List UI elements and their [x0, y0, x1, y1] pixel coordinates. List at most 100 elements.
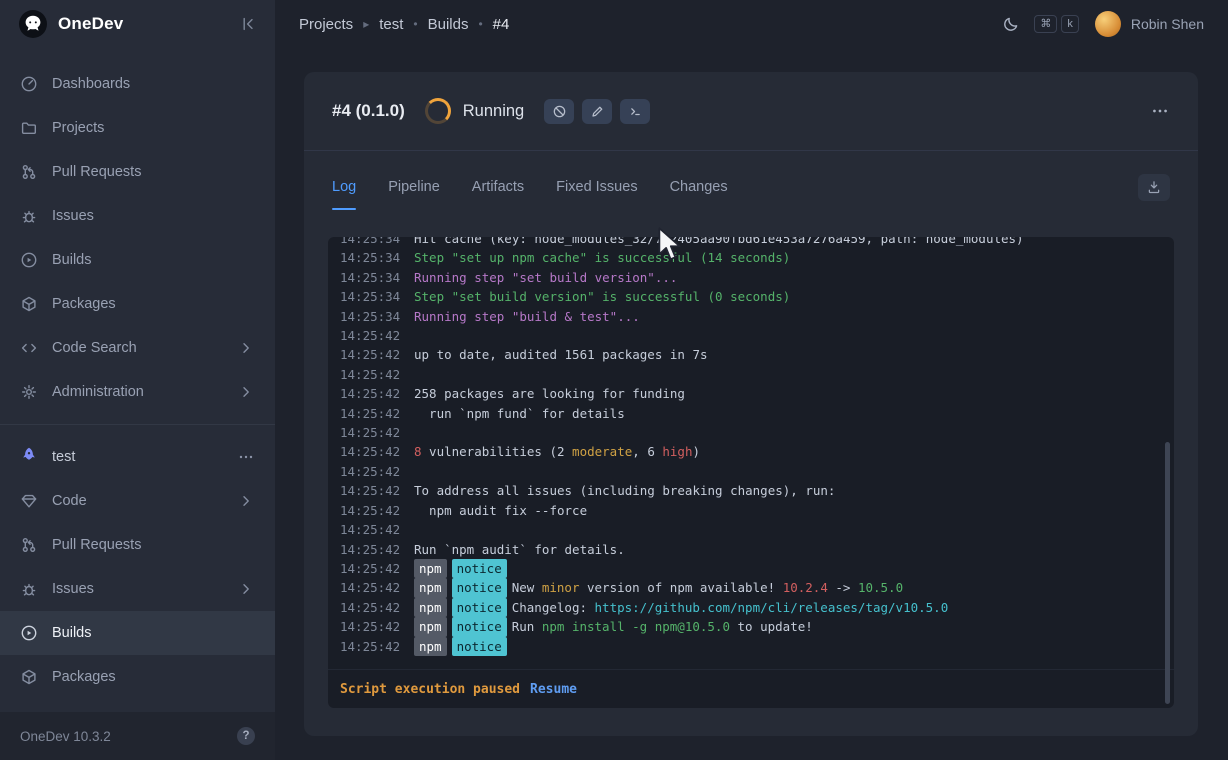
- resume-link[interactable]: Resume: [530, 682, 577, 697]
- sidebar-project-item-issues[interactable]: Issues: [0, 567, 275, 611]
- shortcut-key[interactable]: k: [1061, 15, 1079, 33]
- package-icon: [20, 295, 38, 313]
- log-text: npm audit fix --force: [414, 503, 587, 518]
- help-icon[interactable]: ?: [237, 727, 255, 745]
- log-viewport[interactable]: 14:25:34 Hit cache (key: node_modules_32/…: [328, 237, 1174, 669]
- terminal-button[interactable]: [620, 99, 650, 124]
- edit-build-button[interactable]: [582, 99, 612, 124]
- notice-badge: notice: [452, 578, 507, 597]
- log-line: 14:25:42: [340, 423, 1162, 442]
- log-text: 10.2.4: [783, 580, 828, 595]
- sidebar-item-label: Pull Requests: [52, 537, 255, 553]
- log-line: 14:25:42npmnotice: [340, 637, 1162, 656]
- brand[interactable]: OneDev: [18, 9, 123, 39]
- log-line-content: Hit cache (key: node_modules_32/7b2405aa…: [414, 237, 1024, 248]
- log-text: To address all issues (including breakin…: [414, 483, 835, 498]
- tab-fixed-issues[interactable]: Fixed Issues: [556, 172, 637, 202]
- npm-badge: npm: [414, 559, 447, 578]
- breadcrumb: Projects▸test•Builds•#4: [299, 16, 509, 33]
- log-timestamp: 14:25:34: [340, 287, 404, 306]
- log-line-content: npmnoticeNew minor version of npm availa…: [414, 578, 903, 597]
- sidebar-item-packages[interactable]: Packages: [0, 282, 275, 326]
- log-timestamp: 14:25:42: [340, 404, 404, 423]
- sidebar-project-item-packages[interactable]: Packages: [0, 655, 275, 699]
- log-text: 258 packages are looking for funding: [414, 386, 685, 401]
- build-status: Running: [463, 102, 524, 121]
- log-line: 14:25:34 Running step "build & test"...: [340, 307, 1162, 326]
- sidebar-item-code-search[interactable]: Code Search: [0, 326, 275, 370]
- sidebar-project-item-code[interactable]: Code: [0, 479, 275, 523]
- log-timestamp: 14:25:42: [340, 481, 404, 500]
- sidebar-project-header[interactable]: test: [0, 435, 275, 479]
- log-text: Running step "build & test"...: [414, 309, 640, 324]
- project-name: test: [52, 449, 223, 465]
- log-scrollbar[interactable]: [1165, 442, 1170, 704]
- log-link[interactable]: https://github.com/npm/cli/releases/tag/…: [595, 600, 949, 615]
- log-console: 14:25:34 Hit cache (key: node_modules_32/…: [328, 237, 1174, 708]
- code-icon: [20, 339, 38, 357]
- dark-mode-toggle-icon[interactable]: [1002, 15, 1020, 33]
- breadcrumb-separator: •: [478, 17, 482, 31]
- build-card: #4 (0.1.0) Running Log Pipeline Artifacts F…: [304, 72, 1198, 736]
- sidebar-item-label: Pull Requests: [52, 164, 255, 180]
- sidebar-item-issues[interactable]: Issues: [0, 194, 275, 238]
- chevron-right-icon: [237, 339, 255, 357]
- breadcrumb-item-test[interactable]: test: [379, 16, 403, 33]
- log-line-content: npmnotice: [414, 559, 512, 578]
- sidebar-item-administration[interactable]: Administration: [0, 370, 275, 414]
- sidebar-item-label: Issues: [52, 581, 223, 597]
- sidebar-item-builds[interactable]: Builds: [0, 238, 275, 282]
- breadcrumb-item-projects[interactable]: Projects: [299, 16, 353, 33]
- log-line: 14:25:34Hit cache (key: node_modules_32/…: [340, 237, 1162, 248]
- sidebar-collapse-icon[interactable]: [239, 15, 257, 33]
- log-line: 14:25:42: [340, 520, 1162, 539]
- sidebar-item-label: Issues: [52, 208, 255, 224]
- pull-request-icon: [20, 536, 38, 554]
- log-line: 14:25:42 To address all issues (including…: [340, 481, 1162, 500]
- npm-badge: npm: [414, 578, 447, 597]
- sidebar-item-projects[interactable]: Projects: [0, 106, 275, 150]
- notice-badge: notice: [452, 617, 507, 636]
- tab-log[interactable]: Log: [332, 172, 356, 202]
- cancel-build-button[interactable]: [544, 99, 574, 124]
- sidebar-item-dashboards[interactable]: Dashboards: [0, 62, 275, 106]
- chevron-right-icon: [237, 492, 255, 510]
- tab-changes[interactable]: Changes: [670, 172, 728, 202]
- user-name[interactable]: Robin Shen: [1131, 16, 1204, 32]
- sidebar-item-pull-requests[interactable]: Pull Requests: [0, 150, 275, 194]
- build-card-header: #4 (0.1.0) Running: [304, 72, 1198, 151]
- shortcut-key[interactable]: ⌘: [1034, 15, 1057, 33]
- sidebar-item-label: Packages: [52, 296, 255, 312]
- log-timestamp: 14:25:42: [340, 326, 404, 345]
- user-avatar[interactable]: [1095, 11, 1121, 37]
- log-line-content: up to date, audited 1561 packages in 7s: [414, 345, 708, 364]
- log-timestamp: 14:25:42: [340, 365, 404, 384]
- sidebar-item-label: Administration: [52, 384, 223, 400]
- bug-icon: [20, 207, 38, 225]
- sidebar-project-item-pull-requests[interactable]: Pull Requests: [0, 523, 275, 567]
- tab-artifacts[interactable]: Artifacts: [472, 172, 524, 202]
- more-actions-button[interactable]: [1150, 101, 1170, 121]
- breadcrumb-item-builds[interactable]: Builds: [428, 16, 469, 33]
- log-text: Step "set up npm cache" is successful (1…: [414, 250, 790, 265]
- sidebar-project-item-builds[interactable]: Builds: [0, 611, 275, 655]
- tab-pipeline[interactable]: Pipeline: [388, 172, 440, 202]
- log-line-content: Running step "build & test"...: [414, 307, 640, 326]
- log-line-content: Step "set up npm cache" is successful (1…: [414, 248, 790, 267]
- log-text: to update!: [730, 619, 813, 634]
- log-timestamp: 14:25:34: [340, 307, 404, 326]
- download-log-button[interactable]: [1138, 174, 1170, 201]
- sidebar-item-label: Packages: [52, 669, 255, 685]
- breadcrumb-item-#4[interactable]: #4: [493, 16, 510, 33]
- log-text: ->: [828, 580, 858, 595]
- breadcrumb-separator: ▸: [363, 17, 369, 31]
- log-timestamp: 14:25:42: [340, 578, 404, 597]
- log-line: 14:25:42up to date, audited 1561 package…: [340, 345, 1162, 364]
- log-text: , 6: [632, 444, 662, 459]
- diamond-icon: [20, 492, 38, 510]
- log-timestamp: 14:25:42: [340, 617, 404, 636]
- log-timestamp: 14:25:42: [340, 501, 404, 520]
- project-more-icon[interactable]: [237, 448, 255, 466]
- log-line-content: 258 packages are looking for funding: [414, 384, 685, 403]
- sidebar-divider: [0, 424, 275, 425]
